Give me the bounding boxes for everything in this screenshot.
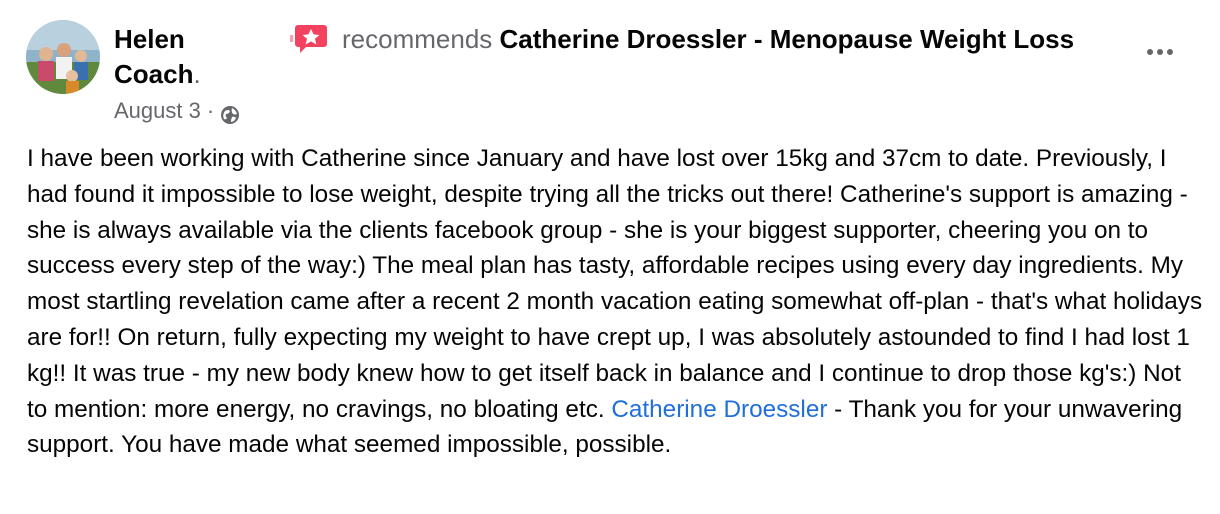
author-avatar[interactable] — [26, 20, 100, 94]
post-meta: August 3 · — [114, 95, 240, 127]
recommends-text: recommends — [342, 24, 493, 54]
more-options-button[interactable] — [1140, 34, 1180, 70]
post-body: I have been working with Catherine since… — [27, 141, 1207, 463]
recommend-icon — [290, 24, 328, 54]
meta-separator: · — [206, 98, 215, 123]
author-name-suffix: . — [193, 59, 201, 89]
more-options-dot — [1167, 49, 1173, 55]
avatar-photo — [26, 20, 100, 94]
author-name[interactable]: Helen Coach. — [114, 22, 234, 92]
recommendation-post: Helen Coach. recommends Catherine Droess… — [0, 0, 1220, 514]
more-options-dot — [1157, 49, 1163, 55]
post-body-text: I have been working with Catherine since… — [27, 145, 1203, 423]
mention-link[interactable]: Catherine Droessler — [611, 396, 827, 423]
recommendation-headline: recommends Catherine Droessler - Menopau… — [342, 22, 1074, 57]
author-name-last: Coach — [114, 59, 194, 89]
author-name-first: Helen — [114, 24, 185, 54]
recommended-page-link[interactable]: Catherine Droessler - Menopause Weight L… — [500, 24, 1075, 54]
post-date[interactable]: August 3 — [114, 95, 201, 127]
more-options-dot — [1147, 49, 1153, 55]
globe-icon[interactable] — [220, 102, 240, 124]
